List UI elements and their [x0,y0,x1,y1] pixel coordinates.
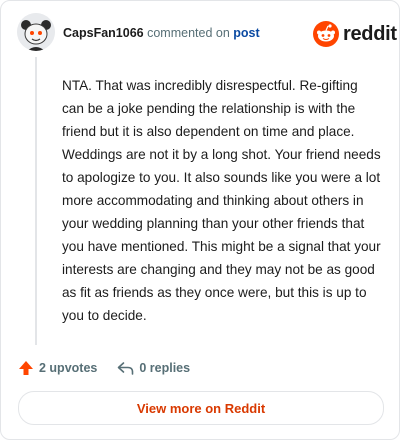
commented-on-label: commented on [147,26,230,40]
user-avatar[interactable] [17,13,55,51]
post-link[interactable]: post [233,26,259,40]
reply-button[interactable]: 0 replies [117,360,190,376]
reddit-logo-icon [313,21,339,47]
reply-count: 0 replies [139,361,191,375]
comment-body: NTA. That was incredibly disrespectful. … [62,78,381,323]
thread-line [35,57,37,345]
comment-actions: 2 upvotes 0 replies [18,358,190,378]
upvote-count: 2 upvotes [39,361,98,375]
reply-arrow-icon [118,362,134,375]
view-more-label: View more on Reddit [136,400,266,416]
reddit-brand[interactable]: reddit [313,21,397,47]
upvote-arrow-icon [19,361,33,375]
reddit-wordmark: reddit [343,22,397,45]
comment-header: CapsFan1066 commented on post [63,26,260,40]
upvote-button[interactable]: 2 upvotes [18,360,97,376]
comment-card: CapsFan1066 commented on post reddit NTA… [0,0,400,440]
username-link[interactable]: CapsFan1066 [63,26,144,40]
snoo-avatar-icon [17,13,55,51]
view-more-button[interactable]: View more on Reddit [18,391,384,425]
